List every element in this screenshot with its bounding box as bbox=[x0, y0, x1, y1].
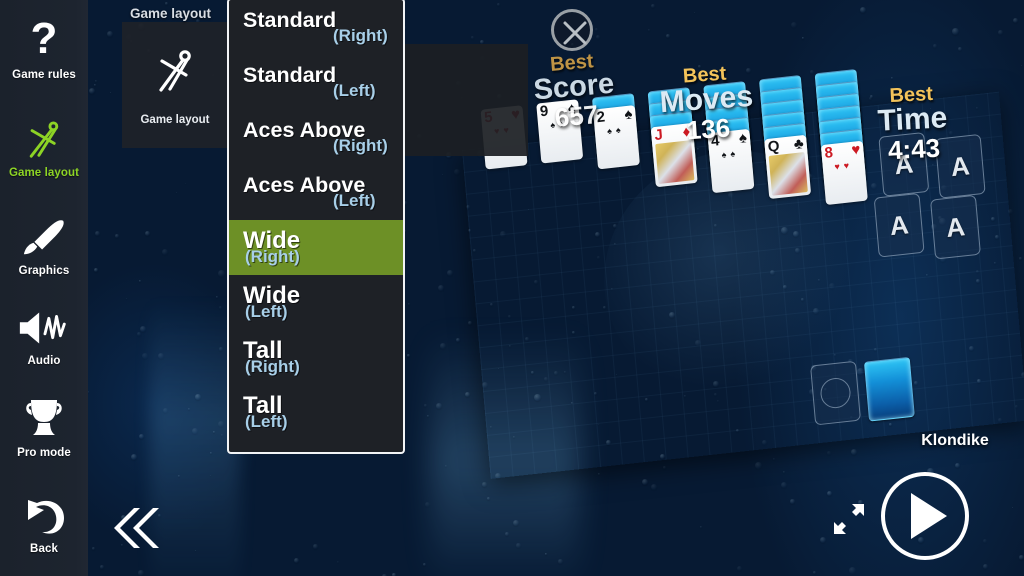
card-pips: ♥♥ bbox=[834, 159, 854, 172]
dropdown-option-sublabel: (Right) bbox=[333, 135, 388, 155]
dropdown-option-sublabel: (Left) bbox=[333, 190, 376, 210]
card-suit: ♠ bbox=[623, 105, 634, 124]
sidebar-item-label: Pro mode bbox=[17, 447, 71, 459]
svg-text:?: ? bbox=[31, 19, 58, 63]
foundation-slot-label: A bbox=[888, 208, 910, 241]
dropdown-option-sublabel: (Left) bbox=[245, 301, 288, 321]
undo-arrow-icon bbox=[0, 492, 88, 540]
dropdown-option-wide-left[interactable]: Wide (Left) bbox=[229, 275, 403, 330]
dropdown-option-sublabel: (Right) bbox=[245, 246, 300, 266]
compass-divider-icon bbox=[148, 44, 202, 103]
dropdown-option-standard-left[interactable]: Standard (Left) bbox=[229, 55, 403, 110]
sidebar-item-label: Game layout bbox=[8, 167, 80, 179]
sidebar-item-label: Back bbox=[30, 543, 58, 555]
best-moves-stat: Best Moves 136 bbox=[657, 62, 756, 147]
playing-card[interactable]: 8 ♥ ♥♥ bbox=[820, 140, 868, 205]
sidebar-item-game-rules[interactable]: ? Game rules bbox=[0, 18, 88, 81]
speaker-waveform-icon bbox=[0, 304, 88, 352]
dropdown-option-wide-right[interactable]: Wide (Right) bbox=[229, 220, 403, 275]
card-court-art bbox=[655, 140, 695, 184]
dropdown-option-sublabel: (Left) bbox=[245, 411, 288, 431]
playing-card[interactable]: Q ♣ bbox=[764, 134, 812, 200]
foundation-slot-label: A bbox=[949, 149, 971, 182]
sidebar-item-graphics[interactable]: Graphics bbox=[0, 214, 88, 277]
game-layout-panel-label: Game layout bbox=[140, 114, 210, 126]
game-layout-panel[interactable]: Game layout Game layout bbox=[122, 6, 228, 148]
game-layout-panel-title: Game layout bbox=[130, 6, 212, 21]
sidebar-item-pro-mode[interactable]: Pro mode bbox=[0, 396, 88, 459]
sidebar-item-game-layout[interactable]: Game layout bbox=[0, 116, 88, 179]
dropdown-option-tall-right[interactable]: Tall (Right) bbox=[229, 330, 403, 385]
card-rank: 8 bbox=[823, 143, 834, 162]
sidebar-item-back[interactable]: Back bbox=[0, 492, 88, 555]
foundation-slot-label: A bbox=[944, 210, 967, 243]
sidebar-item-label: Audio bbox=[27, 355, 61, 367]
best-time-stat: Best Time 4:43 bbox=[876, 83, 950, 165]
question-mark-icon: ? bbox=[0, 18, 88, 66]
waste-pile-card-back[interactable] bbox=[863, 356, 915, 422]
foundation-slot[interactable]: A bbox=[930, 194, 981, 260]
card-suit: ♥ bbox=[850, 141, 862, 159]
game-mode-label: Klondike bbox=[921, 432, 989, 449]
best-time-value: 4:43 bbox=[887, 132, 941, 166]
sidebar-item-label: Game rules bbox=[12, 69, 76, 81]
sidebar: ? Game rules Game layout Graphics Audio Pro m… bbox=[0, 0, 88, 576]
sidebar-item-label: Graphics bbox=[18, 265, 70, 277]
dropdown-option-aces-above-right[interactable]: Aces Above (Right) bbox=[229, 110, 403, 165]
trophy-icon bbox=[0, 396, 88, 444]
card-court-art bbox=[768, 152, 808, 196]
dropdown-option-sublabel: (Left) bbox=[333, 80, 376, 100]
dropdown-option-aces-above-left[interactable]: Aces Above (Left) bbox=[229, 165, 403, 220]
sidebar-item-audio[interactable]: Audio bbox=[0, 304, 88, 367]
best-moves-word: Moves bbox=[658, 79, 755, 120]
best-score-stat: Best Score 657 bbox=[531, 50, 618, 134]
dropdown-option-standard-right[interactable]: Standard (Right) bbox=[229, 0, 403, 55]
foundation-slot[interactable]: A bbox=[873, 192, 925, 258]
expand-diagonal-arrows-icon[interactable] bbox=[832, 502, 866, 541]
game-layout-dropdown[interactable]: Standard (Right) Standard (Left) Aces Above(… bbox=[227, 0, 405, 454]
card-rank: Q bbox=[767, 137, 781, 156]
app-root: 5♥♥♥9♠♠♠2♠♠♠J♦4♠♠♠Q♣8♥♥♥ AAAA Best Score… bbox=[0, 0, 1024, 576]
dropdown-option-sublabel: (Right) bbox=[245, 356, 300, 376]
close-icon[interactable] bbox=[551, 9, 593, 51]
double-chevron-left-icon[interactable] bbox=[108, 505, 162, 556]
stock-pile[interactable] bbox=[810, 360, 862, 426]
compass-divider-icon bbox=[0, 116, 88, 164]
dropdown-option-sublabel: (Right) bbox=[333, 25, 388, 45]
card-suit: ♣ bbox=[793, 135, 805, 154]
dropdown-option-tall-left[interactable]: Tall (Left) bbox=[229, 385, 403, 440]
paintbrush-icon bbox=[0, 214, 88, 262]
play-button[interactable] bbox=[881, 472, 969, 560]
card-pips: ♠♠ bbox=[721, 148, 740, 160]
